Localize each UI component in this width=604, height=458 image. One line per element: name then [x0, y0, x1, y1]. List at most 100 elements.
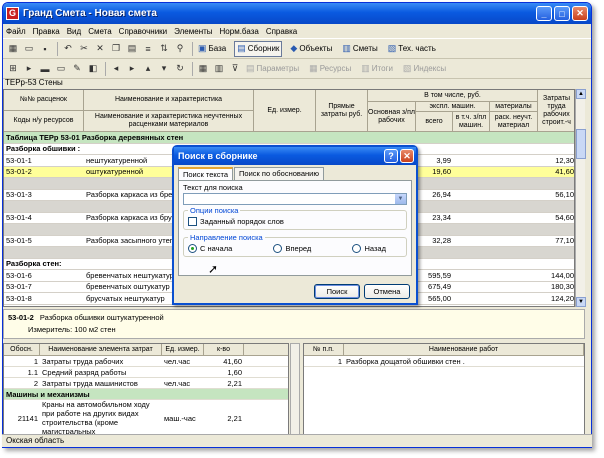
base-button[interactable]: ▣ База	[196, 41, 228, 57]
cell-labor: 54,60	[555, 213, 574, 223]
indexes-button[interactable]: ▧ Индексы	[401, 61, 448, 77]
cost-elements-body: 1 Затраты труда рабочих чел.час 41,60 1.1 Сре…	[4, 356, 288, 434]
maximize-button[interactable]: □	[554, 6, 570, 21]
arrow-right-icon[interactable]: ▸	[125, 62, 139, 76]
radio-dot[interactable]	[273, 244, 283, 253]
tech-part-icon: ▧	[387, 43, 397, 53]
search-text-combobox[interactable]: ▼	[183, 193, 407, 205]
radio-dot[interactable]	[188, 244, 197, 253]
word-order-checkbox[interactable]: Заданный порядок слов	[188, 217, 402, 226]
table-icon[interactable]: ▦	[196, 62, 210, 76]
row-move-icon[interactable]: ▭	[54, 62, 68, 76]
help-icon[interactable]: ?	[384, 149, 398, 163]
folder-open-icon[interactable]: ▭	[22, 42, 36, 56]
delete-icon[interactable]: ✕	[93, 42, 107, 56]
table-row[interactable]: Машины и механизмы	[4, 389, 288, 400]
splitter-scrollbar[interactable]	[290, 343, 300, 435]
header-machines-total: всего	[416, 112, 453, 132]
table-row[interactable]: Таблица ТЕРр 53-01 Разборка деревянных с…	[4, 132, 574, 144]
mouse-pointer-icon: ➚	[208, 262, 219, 276]
cell-code: 53-01-5	[6, 236, 32, 246]
radio-back[interactable]: Назад	[352, 244, 386, 253]
menu-view[interactable]: Вид	[67, 27, 81, 36]
header-main-wage: Основная з/пл рабочих	[368, 102, 416, 132]
row-insert-icon[interactable]: ▬	[38, 62, 52, 76]
refresh-icon[interactable]: ↻	[173, 62, 187, 76]
menu-estimate[interactable]: Смета	[88, 27, 111, 36]
table-row[interactable]: 21141 Краны на автомобильном ходу при раб…	[4, 400, 288, 434]
checkbox-box[interactable]	[188, 217, 197, 226]
minimize-button[interactable]: _	[536, 6, 552, 21]
menu-references[interactable]: Справочники	[119, 27, 167, 36]
table-row[interactable]: 2 Затраты труда машинистов чел.час 2,21	[4, 378, 288, 389]
menu-help[interactable]: Справка	[266, 27, 297, 36]
cost-elements-table[interactable]: Обосн. Наименование элемента затрат Ед. …	[3, 343, 289, 435]
cell-code: 1	[33, 356, 38, 366]
save-icon[interactable]: ▪	[38, 42, 52, 56]
cancel-button[interactable]: Отмена	[364, 284, 410, 299]
resources-button[interactable]: ▦ Ресурсы	[307, 61, 353, 77]
dialog-close-icon[interactable]: ✕	[400, 149, 414, 163]
table-scrollbar[interactable]: ▲ ▼	[575, 89, 586, 307]
menu-file[interactable]: Файл	[6, 27, 26, 36]
tech-part-button[interactable]: ▧ Тех. часть	[386, 41, 438, 57]
col-element-name: Наименование элемента затрат	[40, 344, 162, 356]
arrow-left-icon[interactable]: ◂	[109, 62, 123, 76]
expand-icon[interactable]: ▸	[22, 62, 36, 76]
filter-icon[interactable]: ⊽	[228, 62, 242, 76]
scroll-up-icon[interactable]: ▲	[576, 89, 586, 99]
cell-code: 53-01-2	[6, 167, 32, 177]
arrow-down-icon[interactable]: ▾	[157, 62, 171, 76]
paste-icon[interactable]: ▤	[125, 42, 139, 56]
menu-normbase[interactable]: Норм.база	[220, 27, 259, 36]
search-button[interactable]: Поиск	[314, 284, 360, 299]
cell-labor: 154,60	[538, 305, 574, 306]
find-icon[interactable]: ⚲	[173, 42, 187, 56]
header-including: В том числе, руб.	[368, 90, 538, 102]
tab-text-search[interactable]: Поиск текста	[178, 167, 234, 180]
eraser-icon[interactable]: ◧	[86, 62, 100, 76]
cut-icon[interactable]: ✂	[77, 42, 91, 56]
title-bar: G Гранд Смета - Новая смета _ □ ✕	[3, 3, 591, 24]
sort-icon[interactable]: ⇅	[157, 42, 171, 56]
params-icon: ▤	[246, 63, 255, 73]
scroll-thumb[interactable]	[576, 129, 586, 159]
totals-button[interactable]: ▥ Итоги	[359, 61, 395, 77]
table-row[interactable]: 1 Затраты труда рабочих чел.час 41,60	[4, 356, 288, 367]
radio-dot[interactable]	[352, 244, 362, 253]
tab-basis-search[interactable]: Поиск по обоснованию	[234, 167, 324, 180]
collection-button[interactable]: ▤ Сборник	[234, 40, 283, 57]
grid-icon[interactable]: ▦	[6, 42, 20, 56]
search-options-title: Опции поиска	[188, 206, 241, 215]
pencil-icon[interactable]: ✎	[70, 62, 84, 76]
close-button[interactable]: ✕	[572, 6, 588, 21]
scroll-down-icon[interactable]: ▼	[576, 297, 586, 307]
col-quantity: к-во	[204, 344, 244, 356]
arrow-up-icon[interactable]: ▴	[141, 62, 155, 76]
copy-icon[interactable]: ❐	[109, 42, 123, 56]
radio-from-start[interactable]: С начала	[188, 244, 232, 253]
menu-edit[interactable]: Правка	[33, 27, 60, 36]
objects-button[interactable]: ◆ Объекты	[288, 41, 334, 57]
indexes-icon: ▧	[402, 63, 412, 73]
cell-total: 644,90	[416, 305, 453, 306]
params-button[interactable]: ▤ Параметры	[244, 61, 301, 77]
works-header: № п.п. Наименование работ	[304, 344, 584, 356]
radio-forward[interactable]: Вперед	[273, 244, 311, 253]
estimates-button[interactable]: ▥ Сметы	[340, 41, 379, 57]
list-item[interactable]: 1 Разборка дощатой обшивки стен .	[304, 356, 584, 367]
works-table[interactable]: № п.п. Наименование работ 1 Разборка дощ…	[303, 343, 585, 435]
list-icon[interactable]: ≡	[141, 42, 155, 56]
add-row-icon[interactable]: ⊞	[6, 62, 20, 76]
columns-icon[interactable]: ▥	[212, 62, 226, 76]
collection-icon: ▤	[237, 43, 246, 53]
cell-code: 53-01-6	[6, 270, 32, 280]
undo-icon[interactable]: ↶	[61, 42, 75, 56]
status-bar: Окская область	[2, 434, 592, 447]
header-unit: Ед. измер.	[254, 90, 316, 132]
app-icon: G	[6, 7, 19, 20]
chevron-down-icon[interactable]: ▼	[395, 194, 406, 204]
cell-code: 21141	[17, 413, 38, 423]
table-row[interactable]: 1.1 Средний разряд работы 1,60	[4, 367, 288, 378]
menu-elements[interactable]: Элементы	[174, 27, 212, 36]
